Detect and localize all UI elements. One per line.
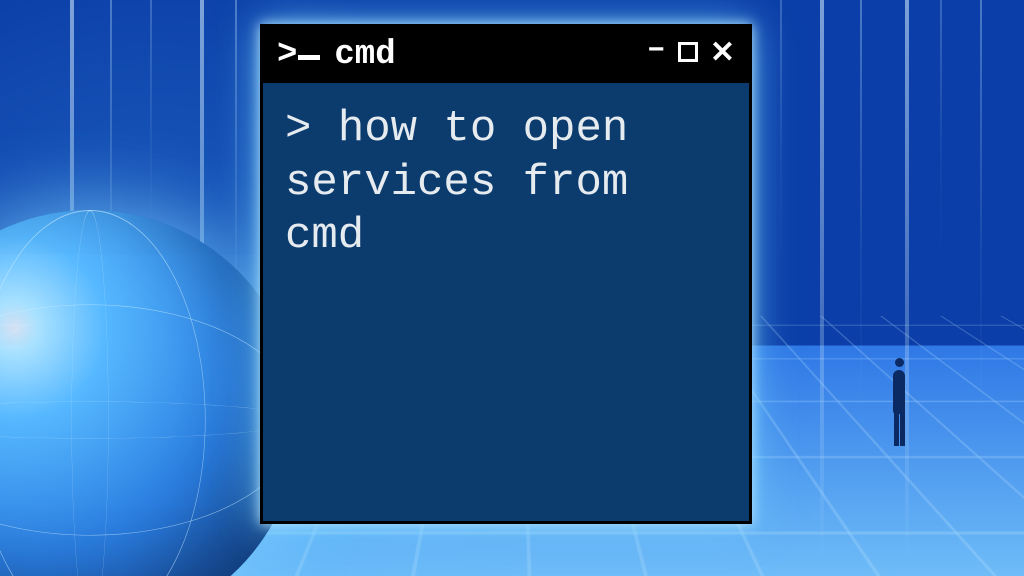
prompt-symbol: > [285,104,311,154]
terminal-window[interactable]: > cmd – ✕ > how to open services from cm… [260,24,752,524]
window-title: cmd [334,36,632,74]
titlebar[interactable]: > cmd – ✕ [263,27,749,83]
bg-globe [0,210,300,576]
terminal-body[interactable]: > how to open services from cmd [263,83,749,284]
minimize-button[interactable]: – [647,33,666,65]
window-controls: – ✕ [647,39,735,71]
maximize-button[interactable] [678,40,698,70]
background-scene: > cmd – ✕ > how to open services from cm… [0,0,1024,576]
close-button[interactable]: ✕ [710,40,735,70]
bg-streak [780,0,782,260]
terminal-icon: > [277,36,320,74]
terminal-command-text: how to open services from cmd [285,104,628,261]
bg-person-silhouette [884,356,914,446]
bg-streak [940,0,942,260]
